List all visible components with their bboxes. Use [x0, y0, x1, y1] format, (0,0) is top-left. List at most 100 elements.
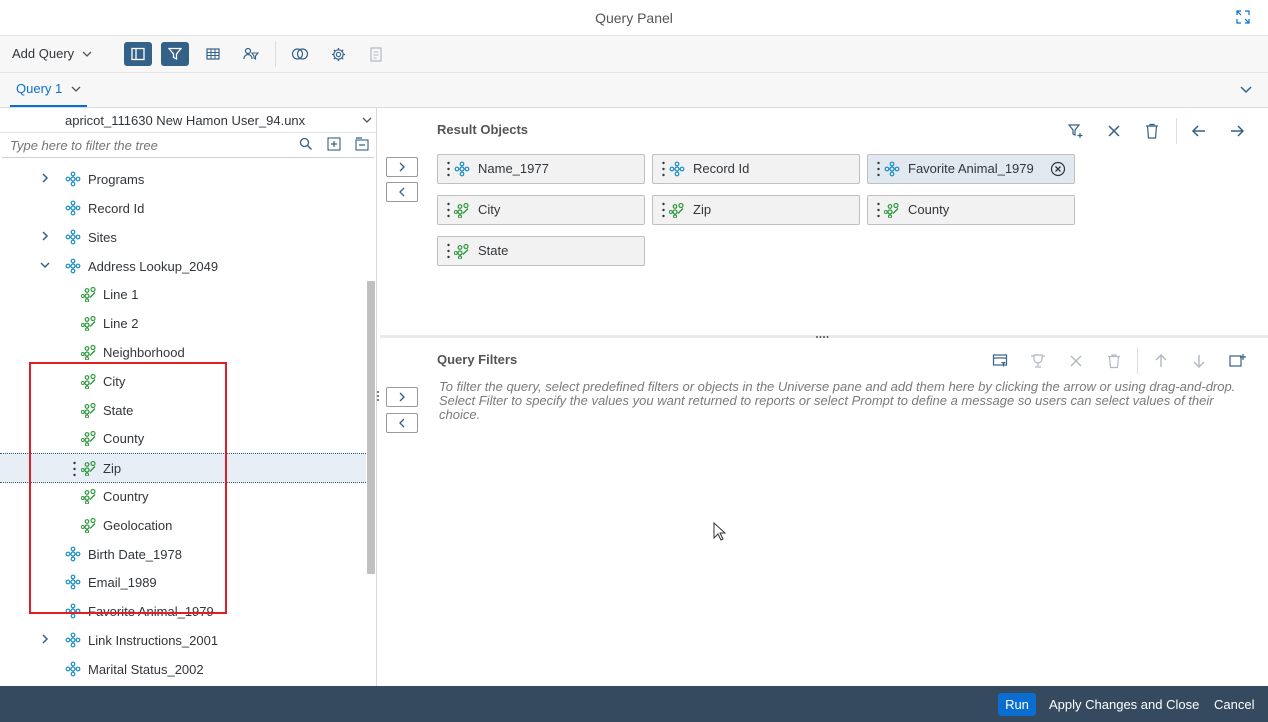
detail-object-icon — [453, 243, 470, 260]
trash-icon[interactable] — [1143, 122, 1161, 140]
chevron-right-icon[interactable] — [39, 230, 51, 242]
add-to-results-button[interactable] — [386, 157, 418, 177]
collapse-tabs-icon[interactable] — [1240, 85, 1252, 94]
result-object-label: City — [478, 202, 501, 217]
fullscreen-icon[interactable] — [1236, 10, 1250, 24]
universe-selector[interactable]: apricot_111630 New Hamon User_94.unx — [0, 108, 376, 133]
remove-circle-icon[interactable] — [1050, 161, 1066, 177]
tree-item-sites[interactable]: Sites — [0, 223, 366, 251]
close-icon[interactable] — [1068, 353, 1084, 369]
dimension-object-icon — [65, 632, 81, 648]
tree-item-label: Marital Status_2002 — [88, 662, 204, 677]
apply-changes-button[interactable]: Apply Changes and Close — [1049, 697, 1199, 712]
drag-handle-icon[interactable] — [447, 202, 450, 218]
result-object-label: Record Id — [693, 161, 750, 176]
detail-object-icon — [883, 202, 900, 219]
arrow-left-icon[interactable] — [1190, 122, 1208, 140]
predefined-filter-icon[interactable] — [992, 353, 1008, 369]
result-object-label: Name_1977 — [478, 161, 549, 176]
tree-item-record-id[interactable]: Record Id — [0, 194, 366, 222]
trash-icon[interactable] — [1106, 353, 1122, 369]
table-icon — [206, 48, 220, 60]
toggle-data-preview-button[interactable] — [199, 42, 227, 66]
toggle-filter-pane-button[interactable] — [161, 42, 189, 66]
result-object-name-1977[interactable]: Name_1977 — [437, 154, 645, 184]
tab-query-1[interactable]: Query 1 — [10, 73, 87, 107]
arrow-right-icon[interactable] — [1228, 122, 1246, 140]
tree-item-label: Line 1 — [103, 287, 139, 302]
title-bar: Query Panel — [0, 0, 1268, 36]
tree-item-line-1[interactable]: Line 1 — [0, 280, 366, 308]
chevron-left-icon — [399, 418, 405, 428]
users-filter-icon — [243, 47, 259, 61]
dimension-object-icon — [884, 161, 900, 177]
chevron-left-icon — [399, 187, 405, 197]
add-subquery-icon[interactable] — [1229, 353, 1246, 369]
result-object-county[interactable]: County — [867, 195, 1075, 225]
close-icon[interactable] — [1105, 122, 1123, 140]
side-panel-icon — [131, 47, 145, 61]
detail-object-icon — [80, 344, 97, 361]
drag-handle-icon[interactable] — [447, 161, 450, 177]
tree-item-address-lookup-2049[interactable]: Address Lookup_2049 — [0, 252, 366, 280]
script-icon — [370, 46, 382, 62]
splitter-handle[interactable] — [815, 335, 829, 339]
footer-bar: Run Apply Changes and Close Cancel — [0, 686, 1268, 722]
result-object-favorite-animal-1979[interactable]: Favorite Animal_1979 — [867, 154, 1075, 184]
result-object-label: Favorite Animal_1979 — [908, 161, 1034, 176]
add-query-button[interactable]: Add Query — [12, 46, 92, 61]
pane-splitter-handle[interactable] — [376, 390, 380, 404]
drag-handle-icon[interactable] — [447, 243, 450, 259]
detail-object-icon — [80, 286, 97, 303]
query-tab-bar: Query 1 — [0, 73, 1268, 108]
tree-filter-input[interactable] — [2, 133, 302, 157]
result-object-record-id[interactable]: Record Id — [652, 154, 860, 184]
highlight-box — [29, 362, 227, 614]
tree-item-programs[interactable]: Programs — [0, 165, 366, 193]
chevron-down-icon — [71, 86, 81, 92]
cancel-button[interactable]: Cancel — [1214, 697, 1254, 712]
drag-handle-icon[interactable] — [662, 161, 665, 177]
toolbar-separator — [1137, 348, 1138, 374]
tree-item-link-instructions-2001[interactable]: Link Instructions_2001 — [0, 626, 366, 654]
tab-label: Query 1 — [16, 81, 63, 96]
query-filters-help-text: To filter the query, select predefined f… — [439, 379, 1236, 422]
combine-icon — [291, 48, 309, 60]
combined-query-button[interactable] — [286, 42, 314, 66]
collapse-all-icon[interactable] — [355, 137, 369, 151]
tree-item-label: Link Instructions_2001 — [88, 633, 219, 648]
tree-item-line-2[interactable]: Line 2 — [0, 309, 366, 337]
ranking-icon[interactable] — [1030, 353, 1046, 369]
toggle-universe-pane-button[interactable] — [124, 42, 152, 66]
remove-from-filters-button[interactable] — [386, 413, 418, 433]
chevron-right-icon[interactable] — [39, 172, 51, 184]
expand-all-icon[interactable] — [327, 137, 341, 151]
drag-handle-icon[interactable] — [877, 202, 880, 218]
run-button[interactable]: Run — [998, 693, 1036, 716]
result-object-city[interactable]: City — [437, 195, 645, 225]
drag-handle-icon[interactable] — [877, 161, 880, 177]
chevron-right-icon — [399, 162, 405, 172]
tree-item-label: Line 2 — [103, 316, 139, 331]
search-icon[interactable] — [299, 137, 313, 151]
view-script-button[interactable] — [362, 42, 390, 66]
add-filter-icon[interactable] — [1067, 122, 1085, 140]
tree-item-marital-status-2002[interactable]: Marital Status_2002 — [0, 655, 366, 683]
scope-of-analysis-button[interactable] — [237, 42, 265, 66]
detail-object-icon — [80, 315, 97, 332]
arrow-up-icon[interactable] — [1153, 353, 1169, 369]
chevron-right-icon[interactable] — [39, 633, 51, 645]
chevron-down-icon[interactable] — [39, 259, 51, 271]
drag-handle-icon[interactable] — [662, 202, 665, 218]
tree-filter-bar — [2, 133, 374, 158]
arrow-down-icon[interactable] — [1191, 353, 1207, 369]
universe-pane: apricot_111630 New Hamon User_94.unx Pro… — [0, 108, 377, 686]
query-filters-title: Query Filters — [437, 352, 518, 367]
result-object-state[interactable]: State — [437, 236, 645, 266]
add-to-filters-button[interactable] — [386, 387, 418, 407]
result-object-zip[interactable]: Zip — [652, 195, 860, 225]
query-properties-button[interactable] — [324, 42, 352, 66]
tree-scrollbar[interactable] — [367, 281, 375, 574]
remove-from-results-button[interactable] — [386, 182, 418, 202]
universe-name: apricot_111630 New Hamon User_94.unx — [65, 113, 306, 128]
